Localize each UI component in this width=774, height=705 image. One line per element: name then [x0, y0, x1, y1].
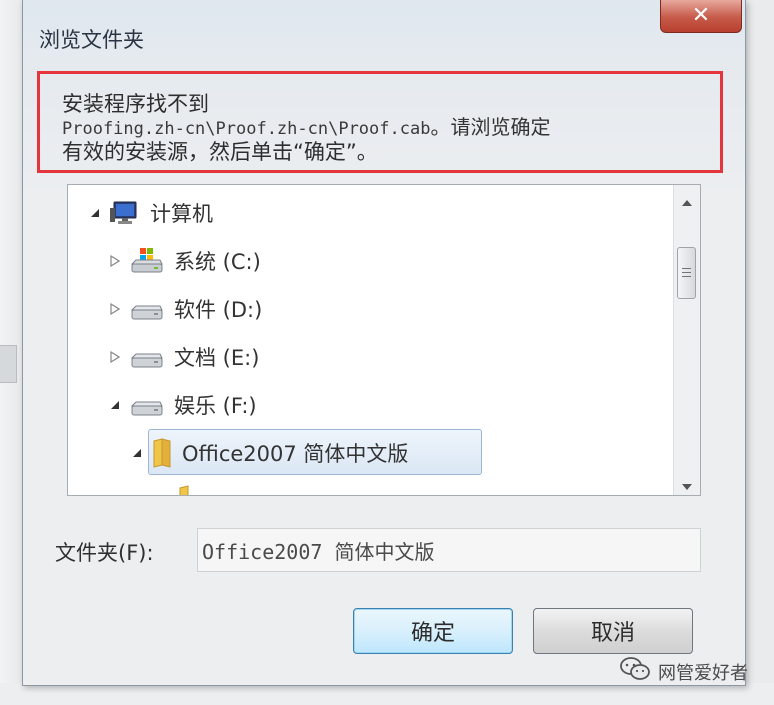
- background-window-tab: [0, 345, 17, 383]
- watermark-text: 网管爱好者: [658, 662, 748, 684]
- tree-scrollbar[interactable]: [673, 185, 700, 495]
- expanded-arrow-icon[interactable]: [88, 206, 102, 220]
- error-message-box: 安装程序找不到 Proofing.zh-cn\Proof.zh-cn\Proof…: [37, 71, 723, 173]
- drive-icon: [130, 344, 164, 370]
- tree-item-label: 系统 (C:): [174, 250, 261, 274]
- tree-item-drive-f[interactable]: 娱乐 (F:): [108, 385, 257, 425]
- tree-item-drive-c[interactable]: 系统 (C:): [108, 241, 261, 281]
- folder-field-label: 文件夹(F):: [55, 541, 154, 565]
- tree-item-label: 计算机: [150, 202, 213, 226]
- scroll-up-arrow-icon[interactable]: [681, 193, 693, 206]
- message-line-2-suffix: 。请浏览确定: [430, 115, 551, 139]
- tree-item-drive-e[interactable]: 文档 (E:): [108, 337, 259, 377]
- folder-icon: [152, 438, 172, 468]
- folder-input[interactable]: [197, 528, 701, 572]
- drive-icon: [130, 392, 164, 418]
- collapsed-arrow-icon[interactable]: [108, 254, 122, 268]
- watermark: 网管爱好者: [620, 656, 748, 687]
- dialog-title: 浏览文件夹: [39, 28, 144, 52]
- expanded-arrow-icon[interactable]: [108, 398, 122, 412]
- tree-item-label: 娱乐 (F:): [174, 394, 257, 418]
- close-button[interactable]: ✕: [660, 0, 742, 33]
- message-line-3: 有效的安装源，然后单击“确定”。: [62, 140, 378, 164]
- scrollbar-thumb[interactable]: [677, 247, 696, 299]
- cancel-button[interactable]: 取消: [533, 608, 693, 654]
- collapsed-arrow-icon[interactable]: [108, 302, 122, 316]
- system-drive-icon: [130, 248, 164, 274]
- tree-item-computer[interactable]: 计算机: [88, 193, 213, 233]
- tree-item-drive-d[interactable]: 软件 (D:): [108, 289, 262, 329]
- collapsed-arrow-icon[interactable]: [108, 350, 122, 364]
- browse-folder-dialog: 浏览文件夹 ✕ 安装程序找不到 Proofing.zh-cn\Proof.zh-…: [22, 0, 746, 686]
- expanded-arrow-icon[interactable]: [130, 446, 144, 460]
- wechat-icon: [620, 656, 650, 687]
- close-icon: ✕: [691, 3, 711, 28]
- scroll-down-arrow-icon[interactable]: [681, 477, 693, 490]
- tree-item-partial: [178, 483, 202, 495]
- folder-tree[interactable]: 计算机 系统 (C:) 软件 (D:) 文档 (E:) 娱乐 (F:) Offi…: [67, 184, 701, 496]
- tree-item-label: 软件 (D:): [174, 298, 263, 322]
- computer-icon: [110, 200, 140, 226]
- drive-icon: [130, 296, 164, 322]
- tree-item-office2007-folder[interactable]: Office2007 简体中文版: [130, 433, 408, 473]
- tree-item-label: 文档 (E:): [174, 346, 260, 370]
- tree-item-label: Office2007 简体中文版: [182, 442, 409, 466]
- ok-button[interactable]: 确定: [353, 608, 513, 654]
